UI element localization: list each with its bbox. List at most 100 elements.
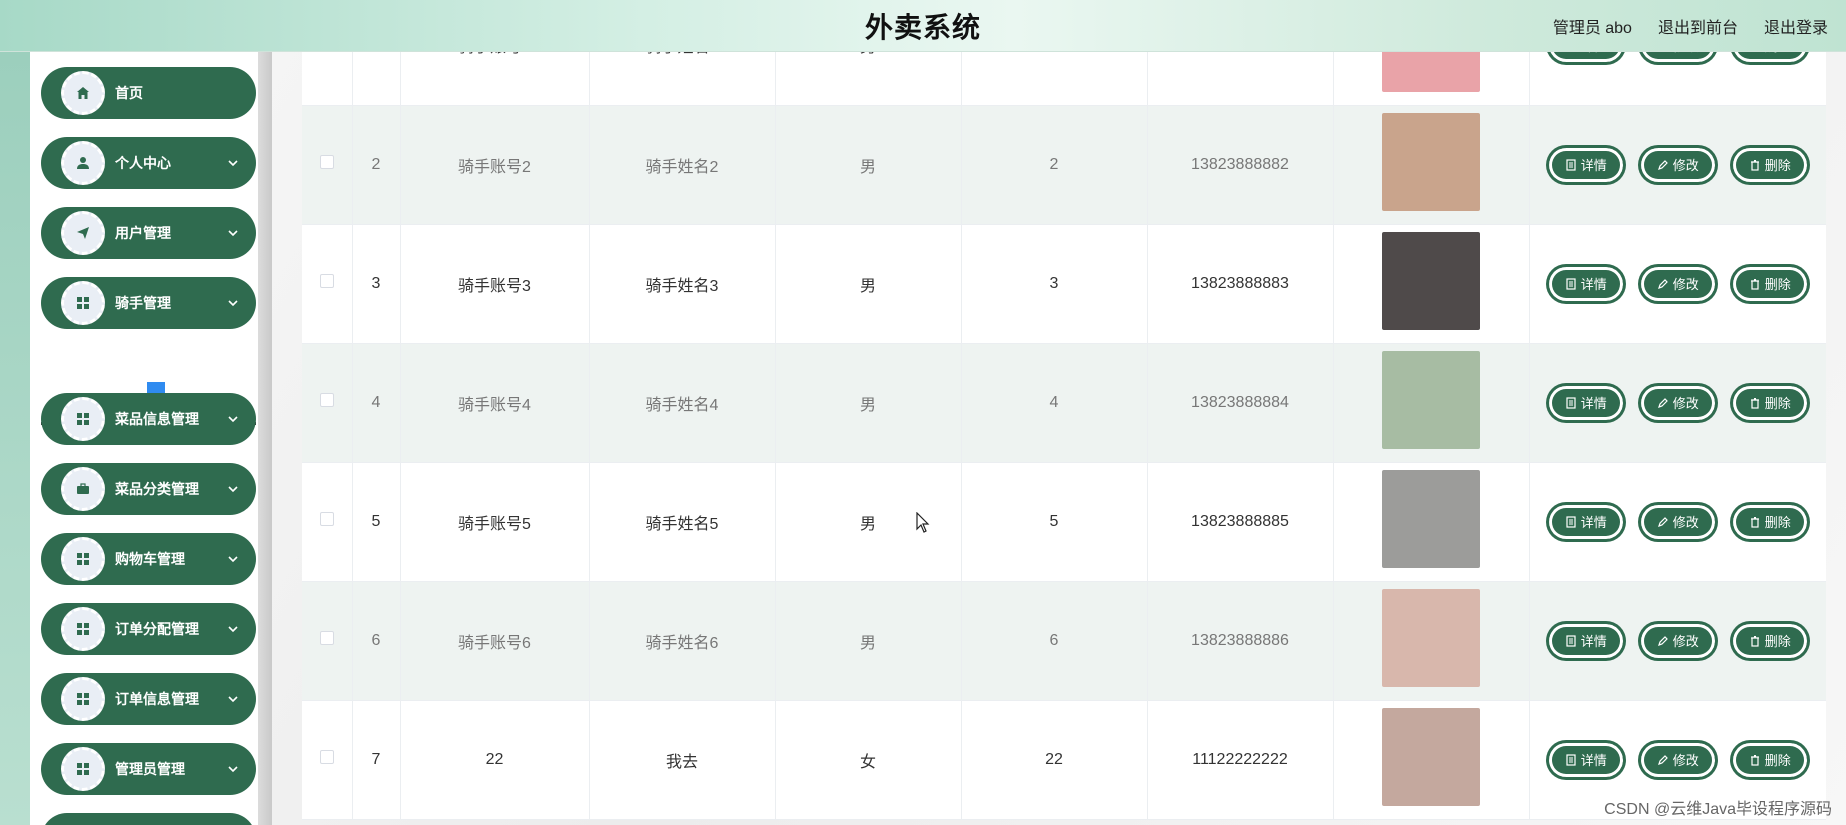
detail-button[interactable]: 详情 xyxy=(1545,739,1626,780)
sidebar-item-8[interactable]: 订单分配管理 xyxy=(41,603,256,655)
rider-account: 22 xyxy=(400,700,590,820)
edit-button[interactable]: 修改 xyxy=(1637,144,1718,185)
trash-icon xyxy=(1749,278,1761,290)
sidebar-item-5[interactable]: 菜品信息管理 xyxy=(41,393,256,445)
delete-label: 删除 xyxy=(1765,52,1791,55)
grid-icon xyxy=(61,677,105,721)
pencil-icon xyxy=(1657,159,1669,171)
rider-photo[interactable] xyxy=(1382,351,1480,449)
delete-button[interactable]: 删除 xyxy=(1729,501,1810,542)
delete-button[interactable]: 删除 xyxy=(1729,263,1810,304)
document-icon xyxy=(1565,515,1577,528)
sidebar-item-label: 首页 xyxy=(115,85,143,101)
edit-button[interactable]: 修改 xyxy=(1637,739,1718,780)
sidebar-scrollbar[interactable] xyxy=(258,52,272,825)
sidebar-item-6[interactable]: 菜品分类管理 xyxy=(41,463,256,515)
detail-label: 详情 xyxy=(1580,753,1607,768)
mouse-cursor-icon xyxy=(916,512,930,533)
admin-label: 管理员 abo xyxy=(1552,20,1632,37)
rider-name: 骑手姓名4 xyxy=(589,343,776,463)
row-actions: 详情 修改 删除 xyxy=(1530,52,1827,66)
rider-phone: 11122222222 xyxy=(1147,700,1334,820)
logout-link[interactable]: 退出登录 xyxy=(1764,14,1828,38)
send-icon xyxy=(61,211,105,255)
row-index: 1 xyxy=(352,52,401,106)
delete-button[interactable]: 删除 xyxy=(1729,52,1810,66)
edit-label: 修改 xyxy=(1672,158,1699,173)
pencil-icon xyxy=(1657,635,1669,647)
delete-label: 删除 xyxy=(1764,753,1791,768)
edit-button[interactable]: 修改 xyxy=(1637,501,1718,542)
rider-photo[interactable] xyxy=(1382,470,1480,568)
row-checkbox[interactable] xyxy=(319,750,334,764)
row-checkbox[interactable] xyxy=(319,512,334,526)
row-actions: 详情 修改 删除 xyxy=(1530,382,1827,423)
rider-photo[interactable] xyxy=(1382,708,1480,806)
rider-phone: 13823888885 xyxy=(1147,462,1334,582)
detail-button[interactable]: 详情 xyxy=(1545,52,1626,66)
edit-label: 修改 xyxy=(1672,515,1699,530)
table-row: 3 骑手账号3 骑手姓名3 男 3 13823888883 详情 修改 删除 xyxy=(302,224,1827,344)
sidebar-item-2[interactable]: 个人中心 xyxy=(41,137,256,189)
user-icon xyxy=(61,141,105,185)
edit-label: 修改 xyxy=(1673,52,1699,55)
row-actions: 详情 修改 删除 xyxy=(1530,739,1827,780)
chevron-down-icon xyxy=(228,160,238,167)
sidebar-item-label: 订单信息管理 xyxy=(115,691,199,707)
rider-age: 3 xyxy=(961,224,1148,344)
document-icon xyxy=(1565,634,1577,647)
row-actions: 详情 修改 删除 xyxy=(1530,263,1827,304)
rider-age: 4 xyxy=(961,343,1148,463)
detail-label: 详情 xyxy=(1580,277,1607,292)
sidebar-item-4[interactable]: 骑手管理 xyxy=(41,277,256,329)
detail-label: 详情 xyxy=(1580,634,1607,649)
sidebar-item-10[interactable]: 管理员管理 xyxy=(41,743,256,795)
rider-photo[interactable] xyxy=(1382,232,1480,330)
sidebar-item-3[interactable]: 用户管理 xyxy=(41,207,256,259)
rider-photo[interactable] xyxy=(1382,589,1480,687)
row-checkbox[interactable] xyxy=(319,631,334,645)
sidebar-item-9[interactable]: 订单信息管理 xyxy=(41,673,256,725)
sidebar-item-1[interactable]: 首页 xyxy=(41,67,256,119)
edit-label: 修改 xyxy=(1672,634,1699,649)
detail-label: 详情 xyxy=(1581,52,1607,55)
delete-label: 删除 xyxy=(1764,515,1791,530)
row-actions: 详情 修改 删除 xyxy=(1530,501,1827,542)
rider-photo[interactable] xyxy=(1382,113,1480,211)
detail-button[interactable]: 详情 xyxy=(1545,144,1626,185)
delete-button[interactable]: 删除 xyxy=(1729,144,1810,185)
detail-button[interactable]: 详情 xyxy=(1545,263,1626,304)
chevron-down-icon xyxy=(228,766,238,773)
delete-button[interactable]: 删除 xyxy=(1729,739,1810,780)
trash-icon xyxy=(1749,516,1761,528)
detail-button[interactable]: 详情 xyxy=(1545,501,1626,542)
detail-label: 详情 xyxy=(1580,515,1607,530)
sidebar-item-label: 管理员管理 xyxy=(115,761,185,777)
table-row: 1骑手账号1骑手姓名1男113823888881详情修改删除 xyxy=(302,52,1827,106)
detail-button[interactable]: 详情 xyxy=(1545,382,1626,423)
rider-phone: 13823888882 xyxy=(1147,105,1334,225)
rider-age: 1 xyxy=(961,52,1148,106)
edit-button[interactable]: 修改 xyxy=(1637,620,1718,661)
sidebar-item-7[interactable]: 购物车管理 xyxy=(41,533,256,585)
exit-to-front-link[interactable]: 退出到前台 xyxy=(1658,14,1738,38)
row-checkbox[interactable] xyxy=(319,274,334,288)
sidebar-item-more[interactable] xyxy=(41,813,256,825)
top-header: 外卖系统 管理员 abo 退出到前台 退出登录 xyxy=(0,0,1846,52)
rider-sex: 男 xyxy=(775,105,962,225)
detail-button[interactable]: 详情 xyxy=(1545,620,1626,661)
edit-button[interactable]: 修改 xyxy=(1637,382,1718,423)
row-index: 4 xyxy=(352,343,401,463)
row-checkbox[interactable] xyxy=(319,393,334,407)
sidebar-item-label: 菜品信息管理 xyxy=(115,411,199,427)
delete-button[interactable]: 删除 xyxy=(1729,382,1810,423)
row-checkbox[interactable] xyxy=(319,155,334,169)
pencil-icon xyxy=(1657,278,1669,290)
trash-icon xyxy=(1749,635,1761,647)
edit-button[interactable]: 修改 xyxy=(1637,52,1718,66)
edit-button[interactable]: 修改 xyxy=(1637,263,1718,304)
delete-button[interactable]: 删除 xyxy=(1729,620,1810,661)
rider-photo[interactable] xyxy=(1382,52,1480,92)
sidebar-item-label: 菜品分类管理 xyxy=(115,481,199,497)
document-icon xyxy=(1565,277,1577,290)
